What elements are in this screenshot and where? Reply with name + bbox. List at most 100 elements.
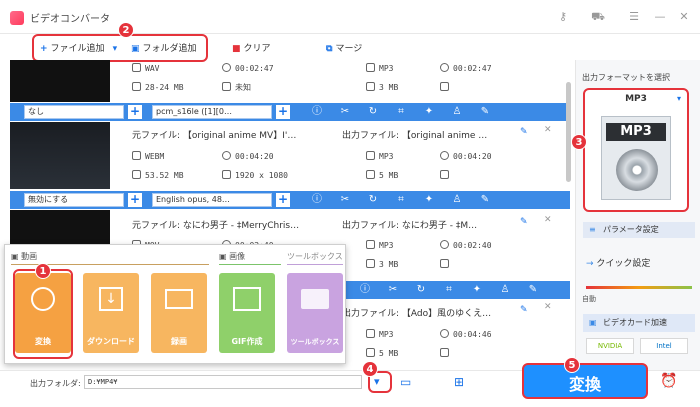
edit-name-icon[interactable]: ✎ (520, 305, 528, 315)
tile-download[interactable]: ↓ ダウンロード (83, 273, 139, 353)
mp3-file-icon: MP3 (601, 116, 671, 200)
output-file-name: 出力ファイル: 【Ado】風のゆくえ… (342, 309, 492, 319)
close-button[interactable]: ✕ (674, 8, 694, 26)
output-folder-label: 出力フォルダ: (30, 379, 81, 388)
arrow-icon: → (586, 259, 594, 269)
rotate-icon[interactable]: ↻ (414, 283, 428, 297)
chip-icon: ▣ (589, 318, 597, 327)
thumbnail (10, 122, 110, 189)
audio-select[interactable]: English opus, 48… (152, 193, 272, 207)
add-subtitle-button[interactable]: + (128, 105, 142, 119)
crop-icon[interactable]: ⌗ (394, 193, 408, 207)
tab-toolbox[interactable]: ツールボックス (287, 251, 343, 262)
track-bar: 無効にする + English opus, 48… + ⓘ ✂ ↻ ⌗ ✦ ♙ … (10, 191, 570, 209)
merge-icon: ⧉ (326, 44, 333, 54)
cut-icon[interactable]: ✂ (338, 105, 352, 119)
image-icon (233, 287, 261, 311)
chevron-down-icon[interactable]: ▾ (374, 375, 380, 388)
key-icon[interactable]: ⚷ (553, 8, 573, 26)
merge-button[interactable]: ⧉ マージ (326, 40, 362, 58)
info-icon[interactable]: ⓘ (310, 105, 324, 119)
out-format: MP3 (366, 329, 393, 339)
effect-icon[interactable]: ✦ (470, 283, 484, 297)
disc-icon (616, 149, 658, 191)
convert-label: 変換 (568, 375, 601, 394)
add-file-button[interactable]: + ファイル追加 ▾ (40, 40, 117, 58)
tile-record[interactable]: 録画 (151, 273, 207, 353)
add-folder-label: フォルダ追加 (142, 44, 197, 54)
clear-button[interactable]: ■ クリア (232, 40, 271, 58)
scrollbar[interactable] (566, 82, 571, 182)
output-format-pane: 出力フォーマットを選択 MP3 ▾ MP3 3 ≡ パラメータ設定 → クイック設… (571, 60, 700, 370)
edit-name-icon[interactable]: ✎ (520, 217, 528, 227)
info-icon[interactable]: ⓘ (358, 283, 372, 297)
out-size: 3 MB (366, 82, 398, 92)
quality-slider[interactable] (586, 286, 692, 289)
src-size: 53.52 MB (132, 170, 184, 180)
subtitle-select[interactable]: 無効にする (24, 193, 124, 207)
crop-icon[interactable]: ⌗ (394, 105, 408, 119)
remove-icon[interactable]: ✕ (544, 215, 552, 225)
tab-image[interactable]: ▣ 画像 (219, 251, 245, 262)
output-file-name: 出力ファイル: 【original anime … (342, 131, 488, 141)
open-folder-icon[interactable]: ▭ (400, 375, 411, 389)
watermark-icon[interactable]: ♙ (450, 105, 464, 119)
output-file-name: 出力ファイル: なにわ男子 - ‡M… (342, 221, 478, 231)
cart-icon[interactable]: ⛟ (588, 8, 608, 26)
format-selector[interactable]: MP3 ▾ MP3 (583, 88, 689, 212)
alarm-clock-icon[interactable]: ⏰ (660, 373, 677, 389)
info-icon[interactable]: ⓘ (310, 193, 324, 207)
effect-icon[interactable]: ✦ (422, 193, 436, 207)
intel-badge: Intel (640, 338, 688, 354)
thumbnail (10, 60, 110, 102)
out-format: MP3 (366, 240, 393, 250)
chevron-down-icon[interactable]: ▾ (113, 44, 118, 54)
folder-icon: ▣ (131, 44, 140, 54)
menu-icon[interactable]: ☰ (624, 8, 644, 26)
gpu-accel-toggle[interactable]: ▣ ビデオカード加速 (583, 314, 695, 332)
remove-icon[interactable]: ✕ (544, 125, 552, 135)
rotate-icon[interactable]: ↻ (366, 105, 380, 119)
quick-settings-label: → クイック設定 (586, 259, 651, 269)
remove-icon[interactable]: ✕ (544, 302, 552, 312)
src-resolution: 未知 (222, 82, 251, 93)
export-icon[interactable]: ⊞ (454, 375, 464, 389)
audio-select[interactable]: pcm_s16le ([1][0… (152, 105, 272, 119)
source-file-name: 元ファイル: なにわ男子 - ‡MerryChris… (132, 221, 300, 231)
bottom-bar: 出力フォルダ: D:¥MP4¥ ▾ 4 ▭ ⊞ 変換 5 ⏰ (0, 357, 700, 407)
title-bar: ビデオコンバータ ⚷ ⛟ ☰ — ✕ (0, 0, 700, 34)
src-resolution: 1920 x 1080 (222, 170, 288, 180)
watermark-icon[interactable]: ♙ (498, 283, 512, 297)
output-folder-input[interactable]: D:¥MP4¥ (84, 375, 362, 389)
edit-icon[interactable]: ✎ (478, 193, 492, 207)
add-audio-button[interactable]: + (276, 193, 290, 207)
add-subtitle-button[interactable]: + (128, 193, 142, 207)
tile-gif[interactable]: GIF作成 (219, 273, 275, 353)
out-format: MP3 (366, 63, 393, 73)
edit-icon[interactable]: ✎ (526, 283, 540, 297)
effect-icon[interactable]: ✦ (422, 105, 436, 119)
tile-label: 変換 (35, 337, 51, 346)
subtitle-select[interactable]: なし (24, 105, 124, 119)
add-folder-button[interactable]: ▣ フォルダ追加 (131, 40, 197, 58)
tab-video[interactable]: ▣ 動画 (11, 251, 37, 262)
convert-button[interactable]: 変換 (522, 363, 648, 399)
divider (287, 264, 343, 265)
rotate-icon[interactable]: ↻ (366, 193, 380, 207)
cut-icon[interactable]: ✂ (338, 193, 352, 207)
edit-name-icon[interactable]: ✎ (520, 127, 528, 137)
minimize-button[interactable]: — (650, 8, 670, 26)
edit-icon[interactable]: ✎ (478, 105, 492, 119)
add-audio-button[interactable]: + (276, 105, 290, 119)
image-icon: ▣ (219, 252, 227, 261)
auto-label: 自動 (582, 295, 596, 303)
thumbnail (10, 210, 110, 244)
crop-icon[interactable]: ⌗ (442, 283, 456, 297)
tile-toolbox[interactable]: ツールボックス (287, 273, 343, 353)
out-format: MP3 (366, 151, 393, 161)
watermark-icon[interactable]: ♙ (450, 193, 464, 207)
out-duration: 00:04:20 (440, 151, 492, 161)
tile-convert[interactable]: 変換 (15, 273, 71, 353)
cut-icon[interactable]: ✂ (386, 283, 400, 297)
parameter-settings-button[interactable]: ≡ パラメータ設定 (583, 222, 695, 238)
